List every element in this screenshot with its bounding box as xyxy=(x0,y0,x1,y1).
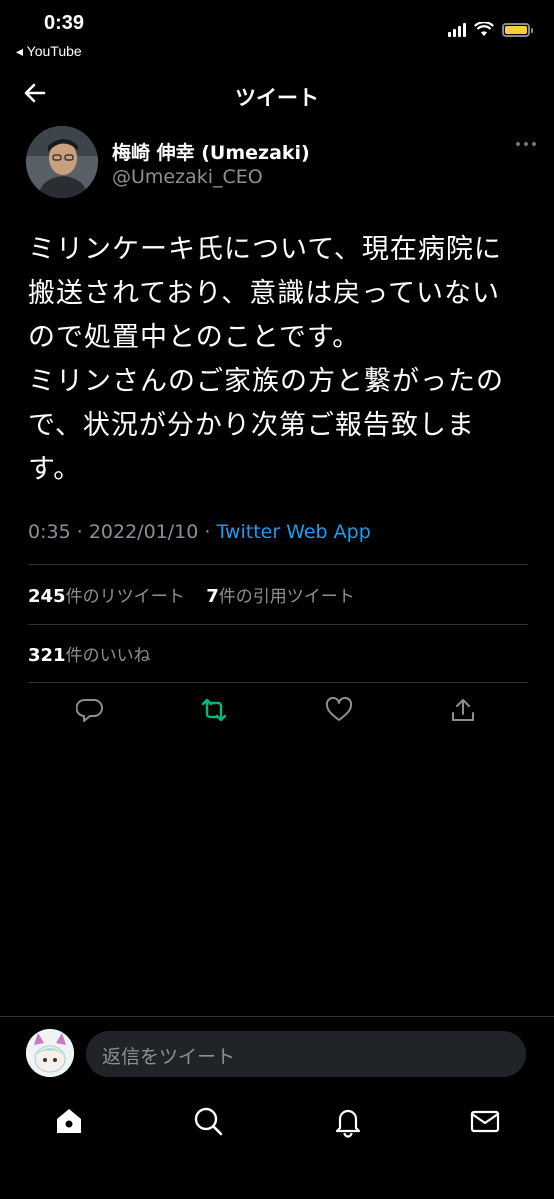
quotes-count: 7 xyxy=(206,586,219,607)
quotes-label: 件の引用ツイート xyxy=(218,587,355,607)
tweet-timestamp: 0:35 · 2022/01/10 · Twitter Web App xyxy=(28,521,371,543)
cellular-signal-icon xyxy=(448,22,466,37)
retweet-icon[interactable] xyxy=(199,695,229,725)
clock: 0:39 xyxy=(44,12,85,34)
divider xyxy=(28,682,528,683)
search-icon[interactable] xyxy=(191,1104,225,1138)
tweet-date: 2022/01/10 xyxy=(88,521,199,543)
divider xyxy=(28,564,528,565)
tweet-text-line: で、状況が分かり次第ご報告致しま xyxy=(28,410,475,441)
reply-placeholder: 返信をツイート xyxy=(102,1046,236,1068)
likes-label: 件のいいね xyxy=(65,646,151,666)
tweet-time: 0:35 xyxy=(28,521,71,543)
reply-icon[interactable] xyxy=(76,695,106,725)
separator: · xyxy=(76,521,83,543)
home-icon[interactable] xyxy=(52,1104,86,1138)
separator: · xyxy=(204,521,211,543)
tweet-text-line: ミリンさんのご家族の方と繋がったの xyxy=(28,366,504,397)
reply-input[interactable]: 返信をツイート xyxy=(86,1031,526,1077)
share-icon[interactable] xyxy=(448,695,478,725)
retweet-stats: 245件のリツイート 7件の引用ツイート xyxy=(28,582,355,607)
tweet-actions xyxy=(28,695,528,731)
bell-icon[interactable] xyxy=(331,1104,365,1138)
wifi-icon xyxy=(474,22,494,36)
more-options-icon[interactable] xyxy=(516,142,536,146)
tweet-text-line: 搬送されており、意識は戻っていない xyxy=(28,278,500,309)
avatar[interactable] xyxy=(26,126,98,198)
battery-icon xyxy=(502,22,533,37)
tweet-text-line: す。 xyxy=(28,454,82,485)
page-title: ツイート xyxy=(235,86,319,110)
likes-link[interactable]: 321件のいいね xyxy=(28,641,151,666)
likes-count: 321 xyxy=(28,645,66,666)
user-avatar[interactable] xyxy=(26,1029,74,1077)
back-to-app-link[interactable]: ◂ YouTube xyxy=(16,43,82,60)
tweet-author: 梅崎 伸幸 (Umezaki) @Umezaki_CEO xyxy=(26,126,536,202)
retweets-label: 件のリツイート xyxy=(65,587,185,607)
tweet-text-line: ので処置中とのことです。 xyxy=(28,322,361,353)
reply-composer: 返信をツイート xyxy=(0,1016,554,1093)
author-handle[interactable]: @Umezaki_CEO xyxy=(112,166,263,188)
author-name[interactable]: 梅崎 伸幸 (Umezaki) xyxy=(112,138,310,165)
quote-tweets-link[interactable]: 7件の引用ツイート xyxy=(206,586,355,607)
status-icons xyxy=(448,22,533,37)
status-bar: 0:39 ◂ YouTube xyxy=(0,0,554,66)
mail-icon[interactable] xyxy=(468,1104,502,1138)
header: ツイート xyxy=(0,66,554,122)
retweets-count: 245 xyxy=(28,586,66,607)
tweet-text-line: ミリンケーキ氏について、現在病院に xyxy=(28,234,502,265)
heart-icon[interactable] xyxy=(324,695,354,725)
divider xyxy=(28,624,528,625)
retweets-link[interactable]: 245件のリツイート xyxy=(28,586,185,607)
tweet-text: ミリンケーキ氏について、現在病院に 搬送されており、意識は戻っていない ので処置… xyxy=(28,228,528,492)
tweet-source-link[interactable]: Twitter Web App xyxy=(216,521,370,543)
bottom-tab-bar xyxy=(0,1100,554,1170)
